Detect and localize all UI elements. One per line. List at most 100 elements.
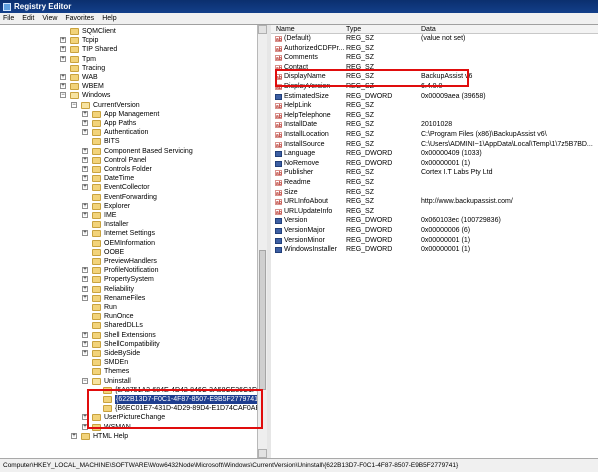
tree-item-label[interactable]: {5A8751A2-684E-4D42-846C-3A58CE36C1F9} — [115, 386, 257, 395]
menu-view[interactable]: View — [42, 15, 57, 22]
expand-icon[interactable]: + — [82, 120, 88, 126]
value-row[interactable]: VersionMinor REG_DWORD 0x00000001 (1) — [271, 236, 598, 246]
value-row[interactable]: ab URLUpdateInfo REG_SZ — [271, 207, 598, 217]
value-row[interactable]: ab Size REG_SZ — [271, 188, 598, 198]
tree-item-label[interactable]: SharedDLLs — [104, 321, 143, 330]
expand-icon[interactable]: + — [60, 55, 66, 62]
expand-icon[interactable]: + — [82, 230, 88, 237]
menu-help[interactable]: Help — [102, 15, 116, 22]
column-data-header[interactable]: Data — [421, 26, 436, 33]
tree-item-label[interactable]: Run — [104, 303, 117, 312]
expand-icon[interactable]: + — [82, 129, 88, 136]
tree-item-label[interactable]: DateTime — [104, 174, 134, 183]
value-row[interactable]: ab DisplayName REG_SZ BackupAssist v6 — [271, 72, 598, 82]
tree-item-label[interactable]: Tracing — [82, 64, 105, 73]
value-row[interactable]: WindowsInstaller REG_DWORD 0x00000001 (1) — [271, 245, 598, 255]
expand-icon[interactable]: + — [82, 175, 88, 182]
tree-item-label[interactable]: SQMClient — [82, 27, 116, 36]
value-row[interactable]: Version REG_DWORD 0x060103ec (100729836) — [271, 216, 598, 226]
value-row[interactable]: EstimatedSize REG_DWORD 0x00009aea (39658) — [271, 92, 598, 102]
expand-icon[interactable]: + — [82, 202, 88, 209]
tree-item-label[interactable]: Installer — [104, 220, 129, 229]
tree-item-label[interactable]: Control Panel — [104, 156, 146, 165]
value-row[interactable]: ab InstallLocation REG_SZ C:\Program Files … — [271, 130, 598, 140]
tree-item-label[interactable]: RunOnce — [104, 312, 134, 321]
expand-icon[interactable]: + — [82, 423, 88, 430]
tree-item-label[interactable]: EventForwarding — [104, 193, 157, 202]
expand-icon[interactable]: + — [82, 267, 88, 274]
tree-item-label[interactable]: Tcpip — [82, 36, 98, 45]
scroll-down-button[interactable] — [258, 449, 267, 458]
tree-item-label[interactable]: CurrentVersion — [93, 101, 140, 110]
expand-icon[interactable]: + — [82, 350, 88, 356]
expand-icon[interactable]: + — [60, 46, 66, 53]
expand-icon[interactable]: + — [60, 74, 66, 80]
tree-item-label[interactable]: {622B13D7-F0C1-4F87-8507-E9B5F2779741} — [115, 395, 257, 404]
value-row[interactable]: ab InstallDate REG_SZ 20101028 — [271, 120, 598, 130]
tree-item-label[interactable]: IME — [104, 211, 116, 220]
tree-scrollbar[interactable] — [258, 25, 267, 458]
value-row[interactable]: ab Readme REG_SZ — [271, 178, 598, 188]
value-row[interactable]: ab (Default) REG_SZ (value not set) — [271, 34, 598, 44]
tree-item-label[interactable]: PreviewHandlers — [104, 257, 157, 266]
value-row[interactable]: VersionMajor REG_DWORD 0x00000006 (6) — [271, 226, 598, 236]
expand-icon[interactable]: + — [82, 331, 88, 338]
tree-item-label[interactable]: Uninstall — [104, 377, 131, 386]
expand-icon[interactable]: + — [82, 285, 88, 292]
tree-item-label[interactable]: PropertySystem — [104, 275, 154, 284]
value-row[interactable]: NoRemove REG_DWORD 0x00000001 (1) — [271, 159, 598, 169]
tree-item-label[interactable]: HTML Help — [93, 432, 128, 441]
expand-icon[interactable]: + — [60, 83, 66, 90]
tree-item-label[interactable]: Internet Settings — [104, 229, 155, 238]
menu-edit[interactable]: Edit — [22, 15, 34, 22]
tree-item-label[interactable]: ProfileNotification — [104, 266, 158, 275]
collapse-icon[interactable]: − — [71, 101, 77, 108]
value-row[interactable]: ab AuthorizedCDFPr... REG_SZ — [271, 44, 598, 54]
tree-item-label[interactable]: Shell Extensions — [104, 331, 156, 340]
expand-icon[interactable]: + — [82, 414, 88, 421]
value-row[interactable]: ab HelpTelephone REG_SZ — [271, 111, 598, 121]
menu-favorites[interactable]: Favorites — [65, 15, 94, 22]
tree-item-label[interactable]: OOBE — [104, 248, 124, 257]
tree-item-label[interactable]: Reliability — [104, 285, 134, 294]
value-row[interactable]: ab DisplayVersion REG_SZ 6.4.0.0 — [271, 82, 598, 92]
tree-item-label[interactable]: OEMInformation — [104, 239, 155, 248]
collapse-icon[interactable]: − — [82, 377, 88, 384]
value-row[interactable]: ab Comments REG_SZ — [271, 53, 598, 63]
expand-icon[interactable]: + — [82, 184, 88, 191]
tree-item-label[interactable]: UserPictureChange — [104, 413, 165, 422]
column-name-header[interactable]: Name — [276, 26, 295, 33]
value-row[interactable]: ab URLInfoAbout REG_SZ http://www.backupass… — [271, 197, 598, 207]
tree-item-label[interactable]: TIP Shared — [82, 45, 117, 54]
tree-item-label[interactable]: RenameFiles — [104, 294, 145, 303]
menu-file[interactable]: File — [3, 15, 14, 22]
tree-item-label[interactable]: EventCollector — [104, 183, 150, 192]
tree-item-label[interactable]: BITS — [104, 137, 120, 146]
tree-item-label[interactable]: SMDEn — [104, 358, 128, 367]
value-row[interactable]: ab Publisher REG_SZ Cortex I.T Labs Pty Ltd — [271, 168, 598, 178]
column-type-header[interactable]: Type — [346, 26, 361, 33]
tree-item-label[interactable]: Themes — [104, 367, 129, 376]
value-row[interactable]: ab HelpLink REG_SZ — [271, 101, 598, 111]
expand-icon[interactable]: + — [82, 110, 88, 117]
expand-icon[interactable]: + — [82, 340, 88, 347]
scroll-up-button[interactable] — [258, 25, 267, 34]
tree-item-label[interactable]: WBEM — [82, 82, 104, 91]
value-row[interactable]: Language REG_DWORD 0x00000409 (1033) — [271, 149, 598, 159]
tree-item-label[interactable]: Authentication — [104, 128, 148, 137]
expand-icon[interactable]: + — [82, 294, 88, 301]
tree-item-label[interactable]: Windows — [82, 91, 110, 100]
tree-item-label[interactable]: Controls Folder — [104, 165, 152, 174]
expand-icon[interactable]: + — [60, 37, 66, 44]
tree-item-label[interactable]: SideBySide — [104, 349, 140, 358]
scroll-thumb[interactable] — [259, 250, 266, 390]
tree-item-label[interactable]: {B6EC01E7-431D-4D29-89D4-E1D74CAF0AB0} — [115, 404, 257, 413]
tree-item-label[interactable]: Explorer — [104, 202, 130, 211]
value-row[interactable]: ab Contact REG_SZ — [271, 63, 598, 73]
expand-icon[interactable]: + — [82, 147, 88, 154]
expand-icon[interactable]: + — [82, 212, 88, 218]
expand-icon[interactable]: + — [82, 156, 88, 163]
expand-icon[interactable]: + — [82, 276, 88, 283]
collapse-icon[interactable]: − — [60, 92, 66, 99]
tree-item-label[interactable]: Tpm — [82, 55, 96, 64]
